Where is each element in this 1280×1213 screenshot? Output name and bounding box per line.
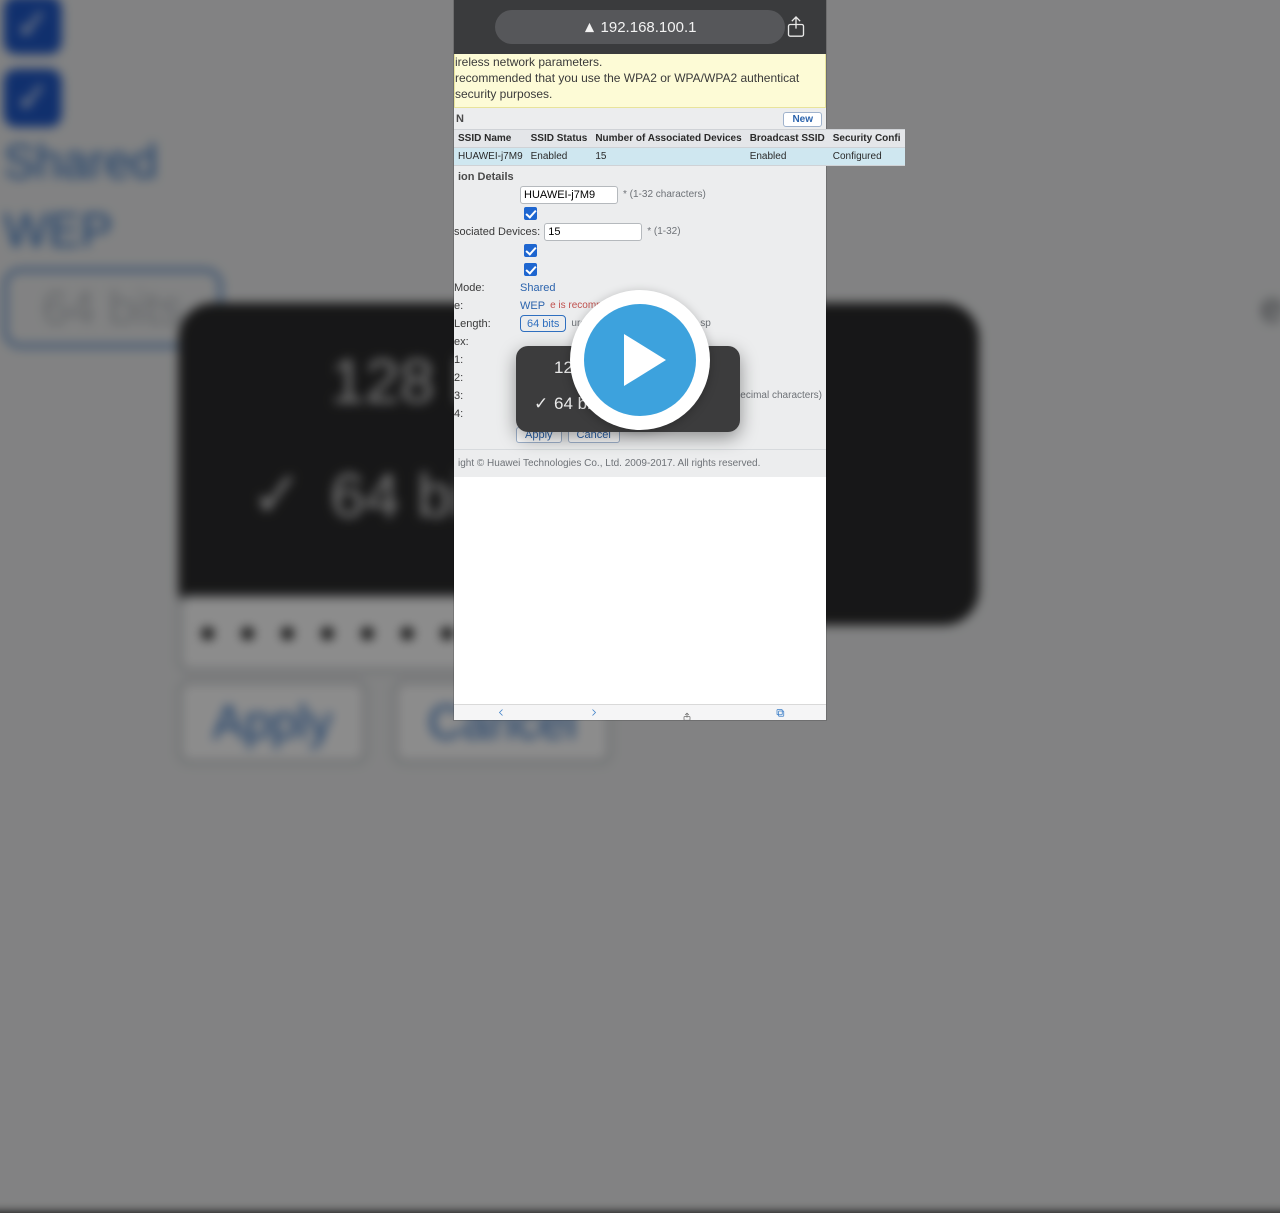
encryption-select[interactable]: WEP — [520, 300, 545, 312]
share-button[interactable] — [782, 13, 810, 41]
enable-checkbox-1[interactable] — [524, 207, 537, 220]
col-ssid-status: SSID Status — [527, 129, 592, 147]
col-security: Security Confi — [829, 129, 905, 147]
back-icon[interactable] — [492, 708, 510, 717]
table-row[interactable]: HUAWEI-j7M9 Enabled 15 Enabled Configure… — [454, 147, 905, 165]
browser-bottom-bar — [454, 704, 826, 720]
ssid-table: SSID Name SSID Status Number of Associat… — [454, 129, 905, 166]
col-assoc: Number of Associated Devices — [591, 129, 745, 147]
share-icon — [786, 16, 806, 38]
auth-mode-select[interactable]: Shared — [520, 282, 555, 294]
play-button[interactable] — [570, 290, 710, 430]
col-ssid-name: SSID Name — [454, 129, 527, 147]
copyright-text: ight © Huawei Technologies Co., Ltd. 200… — [454, 449, 826, 477]
ssid-name-input[interactable] — [520, 186, 618, 204]
enable-checkbox-2[interactable] — [524, 244, 537, 257]
assoc-devices-input[interactable] — [544, 223, 642, 241]
details-heading: ion Details — [454, 168, 826, 186]
play-icon — [624, 334, 666, 386]
enable-checkbox-3[interactable] — [524, 263, 537, 276]
key-length-select[interactable]: 64 bits — [520, 315, 566, 332]
hex-note: adecimal characters) — [729, 390, 822, 401]
insecure-icon — [584, 22, 595, 33]
info-banner: ireless network parameters. recommended … — [454, 54, 826, 108]
tabs-icon[interactable] — [771, 708, 789, 717]
forward-icon[interactable] — [585, 708, 603, 717]
browser-top-bar: 192.168.100.1 — [454, 0, 826, 54]
address-bar[interactable]: 192.168.100.1 — [495, 10, 785, 44]
new-button[interactable]: New — [783, 112, 822, 127]
address-text: 192.168.100.1 — [601, 19, 697, 36]
section-heading: N — [456, 113, 464, 125]
col-broadcast: Broadcast SSID — [746, 129, 829, 147]
